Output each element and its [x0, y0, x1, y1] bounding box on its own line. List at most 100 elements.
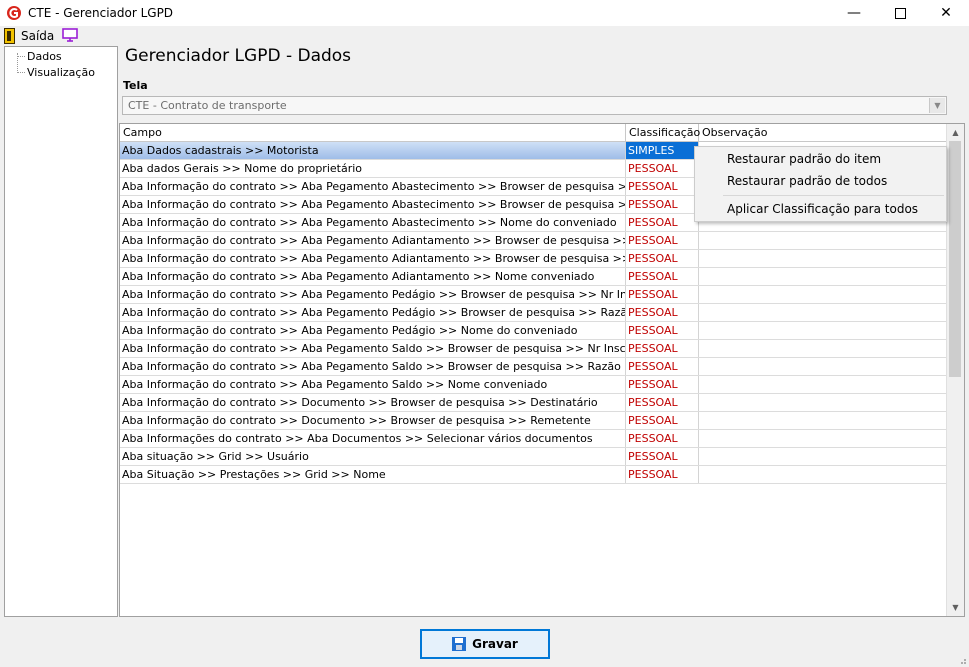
- column-header-classificacao[interactable]: Classificação: [626, 124, 700, 141]
- cell-campo[interactable]: Aba Informação do contrato >> Aba Pegame…: [120, 376, 626, 393]
- table-row[interactable]: Aba Informações do contrato >> Aba Docum…: [120, 430, 948, 448]
- tree-connector: [17, 56, 25, 57]
- cell-observacao[interactable]: [699, 322, 948, 339]
- cell-campo[interactable]: Aba Informação do contrato >> Aba Pegame…: [120, 340, 626, 357]
- menu-item-restaurar-item[interactable]: Restaurar padrão do item: [727, 150, 881, 168]
- cell-classificacao[interactable]: PESSOAL: [626, 376, 699, 393]
- cell-classificacao[interactable]: PESSOAL: [626, 250, 699, 267]
- app-logo-icon: [7, 6, 21, 20]
- cell-campo[interactable]: Aba situação >> Grid >> Usuário: [120, 448, 626, 465]
- cell-campo[interactable]: Aba Informação do contrato >> Aba Pegame…: [120, 322, 626, 339]
- cell-classificacao[interactable]: PESSOAL: [626, 268, 699, 285]
- tela-selected-value: CTE - Contrato de transporte: [128, 99, 287, 112]
- close-button[interactable]: ✕: [923, 0, 969, 26]
- table-row[interactable]: Aba Informação do contrato >> Aba Pegame…: [120, 376, 948, 394]
- vertical-scrollbar[interactable]: ▲ ▼: [946, 124, 964, 616]
- table-row[interactable]: Aba Informação do contrato >> Aba Pegame…: [120, 358, 948, 376]
- cell-observacao[interactable]: [699, 340, 948, 357]
- table-row[interactable]: Aba Informação do contrato >> Aba Pegame…: [120, 232, 948, 250]
- context-menu: Restaurar padrão do item Restaurar padrã…: [694, 146, 947, 222]
- table-row[interactable]: Aba Informação do contrato >> Documento …: [120, 394, 948, 412]
- cell-campo[interactable]: Aba Informação do contrato >> Documento …: [120, 394, 626, 411]
- cell-classificacao[interactable]: PESSOAL: [626, 430, 699, 447]
- cell-observacao[interactable]: [699, 376, 948, 393]
- table-row[interactable]: Aba situação >> Grid >> Usuário PESSOAL: [120, 448, 948, 466]
- cell-classificacao[interactable]: PESSOAL: [626, 160, 699, 177]
- navigation-tree: Dados Visualização: [4, 46, 118, 617]
- scroll-thumb[interactable]: [949, 141, 961, 377]
- exit-button[interactable]: Saída: [4, 27, 54, 45]
- cell-campo[interactable]: Aba Informação do contrato >> Aba Pegame…: [120, 214, 626, 231]
- cell-campo[interactable]: Aba Informação do contrato >> Aba Pegame…: [120, 358, 626, 375]
- cell-observacao[interactable]: [699, 448, 948, 465]
- table-row[interactable]: Aba Informação do contrato >> Aba Pegame…: [120, 268, 948, 286]
- cell-campo[interactable]: Aba dados Gerais >> Nome do proprietário: [120, 160, 626, 177]
- cell-classificacao[interactable]: PESSOAL: [626, 412, 699, 429]
- cell-campo[interactable]: Aba Informação do contrato >> Aba Pegame…: [120, 178, 626, 195]
- cell-classificacao[interactable]: PESSOAL: [626, 304, 699, 321]
- scroll-up-icon[interactable]: ▲: [947, 124, 964, 141]
- page-title: Gerenciador LGPD - Dados: [125, 46, 352, 66]
- maximize-icon: [894, 8, 906, 19]
- screen-icon[interactable]: [62, 28, 78, 42]
- table-row[interactable]: Aba Informação do contrato >> Aba Pegame…: [120, 304, 948, 322]
- cell-observacao[interactable]: [699, 268, 948, 285]
- menu-item-restaurar-todos[interactable]: Restaurar padrão de todos: [727, 172, 887, 190]
- cell-observacao[interactable]: [699, 430, 948, 447]
- cell-observacao[interactable]: [699, 412, 948, 429]
- table-row[interactable]: Aba Informação do contrato >> Aba Pegame…: [120, 340, 948, 358]
- minimize-icon: —: [847, 5, 861, 21]
- column-header-campo[interactable]: Campo: [120, 124, 626, 141]
- minimize-button[interactable]: —: [831, 0, 877, 26]
- cell-observacao[interactable]: [699, 358, 948, 375]
- table-row[interactable]: Aba Informação do contrato >> Aba Pegame…: [120, 322, 948, 340]
- table-row[interactable]: Aba Situação >> Prestações >> Grid >> No…: [120, 466, 948, 484]
- window-title: CTE - Gerenciador LGPD: [28, 6, 174, 20]
- cell-campo[interactable]: Aba Informação do contrato >> Aba Pegame…: [120, 250, 626, 267]
- resize-grip-icon[interactable]: [957, 655, 967, 665]
- scroll-down-icon[interactable]: ▼: [947, 599, 964, 616]
- cell-classificacao[interactable]: PESSOAL: [626, 466, 699, 483]
- cell-campo[interactable]: Aba Dados cadastrais >> Motorista: [120, 142, 626, 159]
- cell-classificacao[interactable]: PESSOAL: [626, 448, 699, 465]
- column-header-observacao[interactable]: Observação: [699, 124, 948, 141]
- cell-campo[interactable]: Aba Situação >> Prestações >> Grid >> No…: [120, 466, 626, 483]
- cell-classificacao[interactable]: PESSOAL: [626, 340, 699, 357]
- cell-classificacao[interactable]: PESSOAL: [626, 322, 699, 339]
- cell-classificacao[interactable]: PESSOAL: [626, 196, 699, 213]
- cell-classificacao[interactable]: SIMPLES: [626, 142, 699, 159]
- cell-observacao[interactable]: [699, 286, 948, 303]
- cell-classificacao[interactable]: PESSOAL: [626, 358, 699, 375]
- tree-item-visualizacao[interactable]: Visualização: [27, 66, 95, 80]
- cell-campo[interactable]: Aba Informação do contrato >> Aba Pegame…: [120, 196, 626, 213]
- tree-item-dados[interactable]: Dados: [27, 50, 62, 64]
- cell-observacao[interactable]: [699, 466, 948, 483]
- cell-campo[interactable]: Aba Informação do contrato >> Aba Pegame…: [120, 232, 626, 249]
- cell-campo[interactable]: Aba Informação do contrato >> Documento …: [120, 412, 626, 429]
- cell-campo[interactable]: Aba Informação do contrato >> Aba Pegame…: [120, 268, 626, 285]
- cell-observacao[interactable]: [699, 250, 948, 267]
- maximize-button[interactable]: [877, 0, 923, 26]
- cell-campo[interactable]: Aba Informação do contrato >> Aba Pegame…: [120, 286, 626, 303]
- cell-classificacao[interactable]: PESSOAL: [626, 232, 699, 249]
- cell-classificacao[interactable]: PESSOAL: [626, 286, 699, 303]
- cell-campo[interactable]: Aba Informações do contrato >> Aba Docum…: [120, 430, 626, 447]
- cell-observacao[interactable]: [699, 304, 948, 321]
- grid-header: Campo Classificação Observação: [120, 124, 948, 142]
- table-row[interactable]: Aba Informação do contrato >> Aba Pegame…: [120, 286, 948, 304]
- cell-classificacao[interactable]: PESSOAL: [626, 394, 699, 411]
- save-button[interactable]: Gravar: [420, 629, 550, 659]
- cell-classificacao[interactable]: PESSOAL: [626, 178, 699, 195]
- cell-observacao[interactable]: [699, 232, 948, 249]
- cell-classificacao[interactable]: PESSOAL: [626, 214, 699, 231]
- menu-separator: [723, 195, 944, 196]
- table-row[interactable]: Aba Informação do contrato >> Documento …: [120, 412, 948, 430]
- menu-item-aplicar-classificacao[interactable]: Aplicar Classificação para todos: [727, 200, 918, 218]
- tela-dropdown[interactable]: CTE - Contrato de transporte ▼: [122, 96, 947, 115]
- exit-label: Saída: [21, 29, 55, 43]
- table-row[interactable]: Aba Informação do contrato >> Aba Pegame…: [120, 250, 948, 268]
- chevron-down-icon[interactable]: ▼: [929, 98, 945, 113]
- cell-observacao[interactable]: [699, 394, 948, 411]
- cell-campo[interactable]: Aba Informação do contrato >> Aba Pegame…: [120, 304, 626, 321]
- save-label: Gravar: [472, 637, 518, 651]
